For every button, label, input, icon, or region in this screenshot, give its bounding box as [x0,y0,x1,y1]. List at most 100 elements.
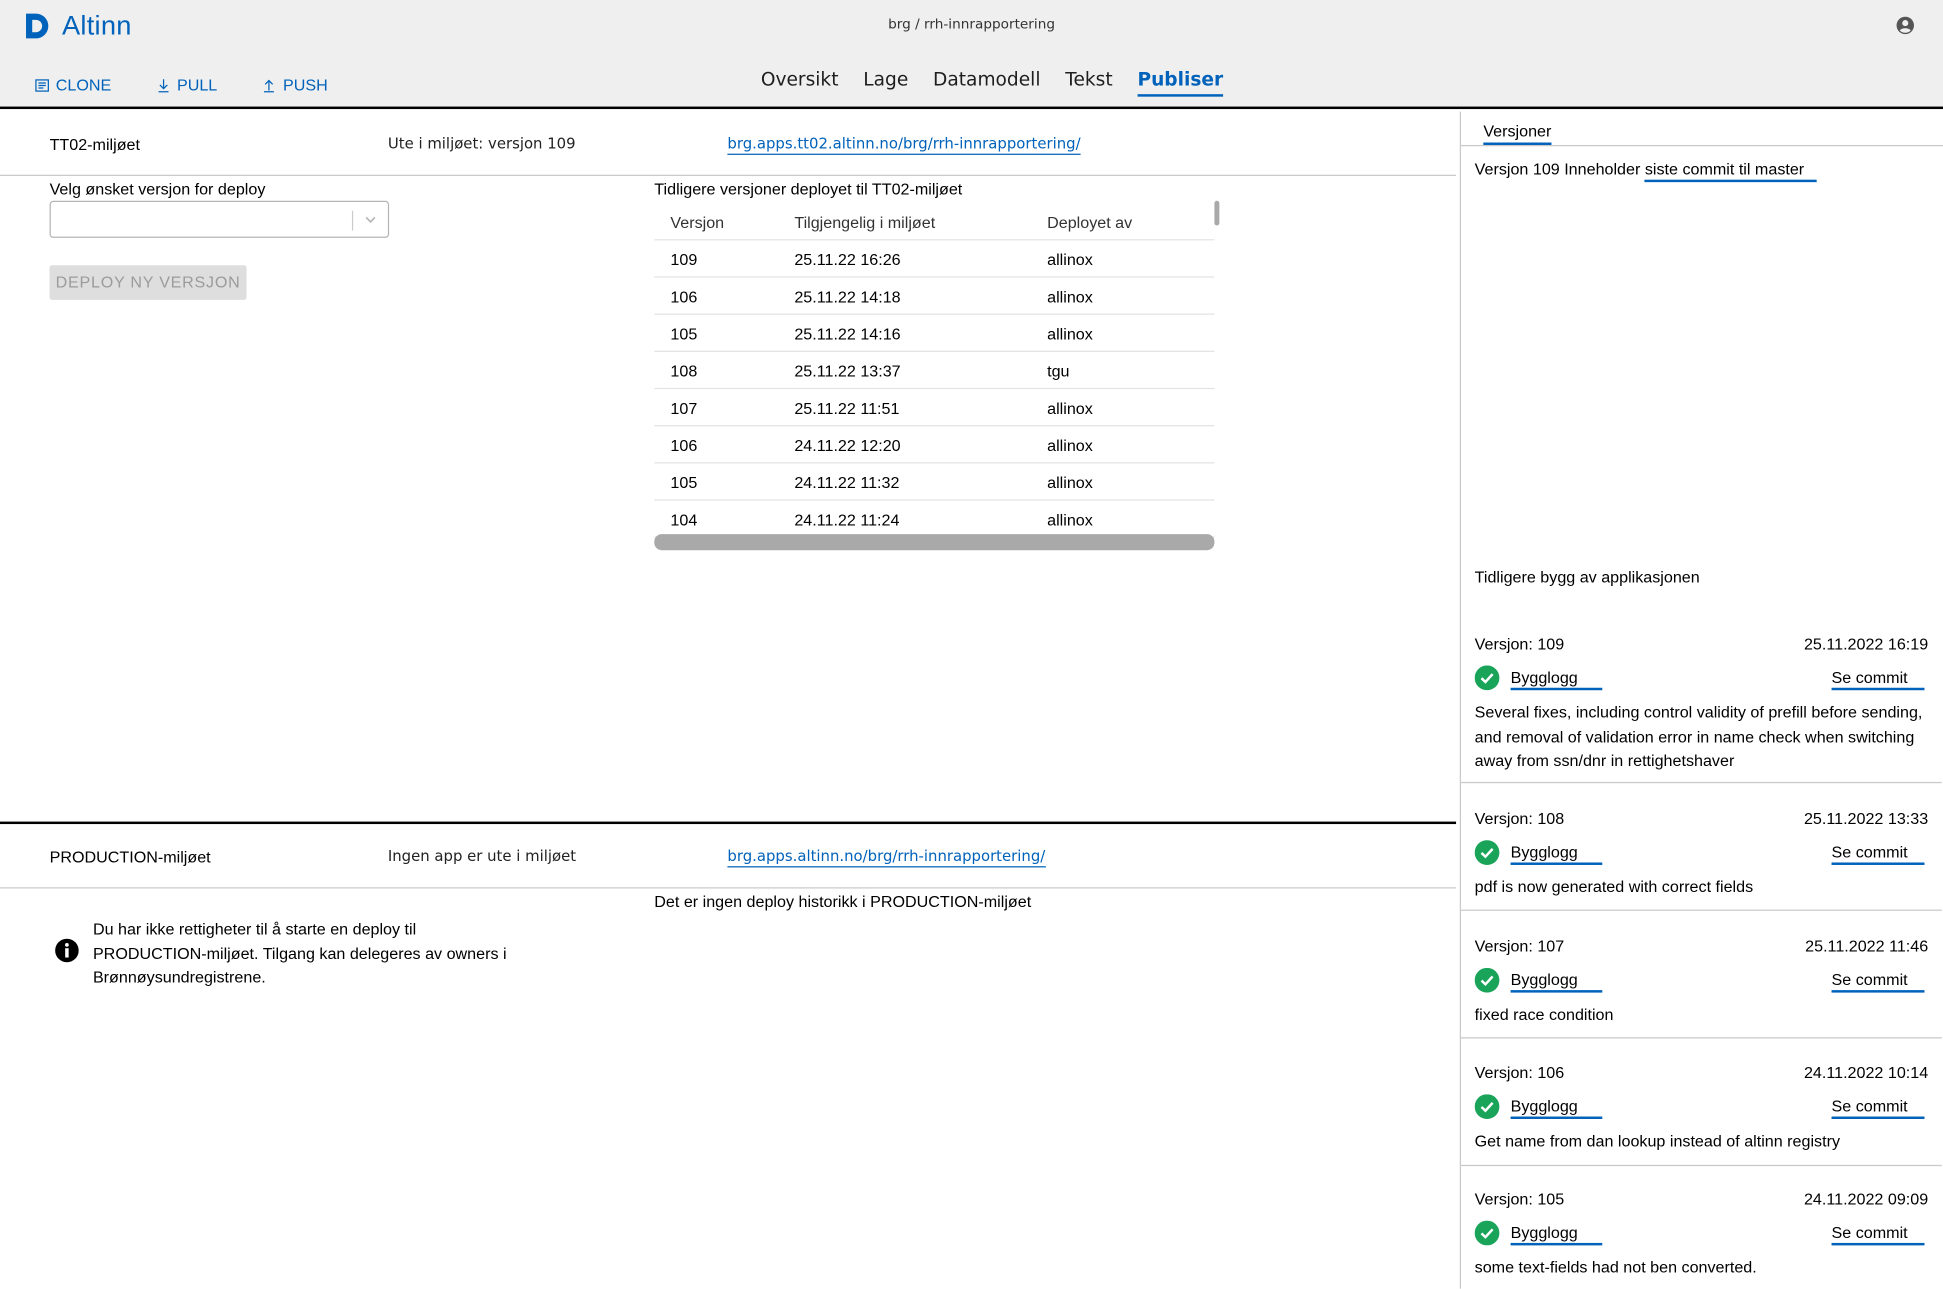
table-row: 104 24.11.22 11:24 allinox [654,501,1215,538]
build-item: Versjon: 107 25.11.2022 11:46 Bygglogg S… [1461,911,1942,1039]
cell-user: tgu [1047,361,1070,381]
see-commit-link[interactable]: Se commit [1831,843,1925,865]
col-version: Versjon [670,213,725,232]
table-header: Versjon Tilgjengelig i miljøet Deployet … [654,203,1215,241]
cell-date: 24.11.22 11:24 [794,510,900,530]
clone-button[interactable]: CLONE [35,75,112,95]
cell-date: 25.11.22 14:16 [794,324,901,344]
build-date: 24.11.2022 09:09 [1803,1189,1929,1209]
success-check-icon [1474,967,1500,993]
upload-icon [264,79,275,92]
main-nav: Oversikt Lage Datamodell Tekst Publiser [761,68,1248,97]
deploy-main: TT02-miljøet Ute i miljøet: versjon 109 … [0,112,1457,1289]
success-check-icon [1474,665,1500,691]
previous-builds-title: Tidligere bygg av applikasjonen [1474,567,1700,587]
build-message: Several fixes, including control validit… [1474,702,1923,770]
select-separator [351,210,354,231]
table-row: 106 25.11.22 14:18 allinox [654,278,1215,315]
cell-version: 108 [670,361,698,381]
cell-version: 106 [670,287,698,307]
cell-version: 105 [670,324,698,344]
user-avatar-icon[interactable] [1896,16,1915,35]
cell-date: 25.11.22 16:26 [794,250,901,269]
build-date: 25.11.2022 16:19 [1803,634,1929,654]
build-version: Versjon: 108 [1474,809,1565,828]
tab-lage[interactable]: Lage [863,68,908,97]
success-check-icon [1474,1094,1500,1119]
app-window: Altinn brg / rrh-innrapportering CLONE P… [0,0,1943,1289]
cell-version: 107 [670,399,698,418]
build-item: Versjon: 106 24.11.2022 10:14 Bygglogg S… [1461,1038,1942,1167]
see-commit-link[interactable]: Se commit [1831,668,1925,691]
vertical-scrollbar[interactable] [1214,200,1220,226]
table-row: 105 25.11.22 14:16 allinox [654,315,1215,352]
build-version: Versjon: 107 [1474,936,1565,956]
cell-date: 25.11.22 14:18 [794,287,901,307]
build-item: Versjon: 109 25.11.2022 16:19 Bygglogg S… [1461,617,1942,784]
clone-icon [35,78,49,92]
tab-publiser[interactable]: Publiser [1137,68,1224,97]
push-button[interactable]: PUSH [262,76,328,94]
build-version: Versjon: 106 [1474,1063,1565,1082]
prod-env-status: Ingen app er ute i miljøet [387,847,577,865]
prod-env-link[interactable]: brg.apps.altinn.no/brg/rrh-innrapporteri… [727,848,1046,868]
tt02-env-name: TT02-miljøet [49,135,140,154]
cell-date: 25.11.22 11:51 [794,399,900,418]
top-bar: Altinn brg / rrh-innrapportering CLONE P… [0,0,1943,110]
tab-datamodell[interactable]: Datamodell [933,68,1040,97]
build-message: fixed race condition [1474,1004,1614,1024]
success-check-icon [1474,840,1500,865]
build-date: 24.11.2022 10:14 [1803,1063,1929,1082]
history-title: Tidligere versjoner deployet til TT02-mi… [654,179,963,199]
table-row: 106 24.11.22 12:20 allinox [654,426,1215,464]
version-select[interactable] [49,200,390,238]
build-log-link[interactable]: Bygglogg [1510,1223,1603,1246]
cell-date: 25.11.22 13:37 [794,361,901,381]
cell-user: allinox [1047,473,1093,492]
repo-actions: CLONE PULL PUSH [35,75,373,95]
build-message: Get name from dan lookup instead of alti… [1474,1131,1840,1150]
latest-commit-link[interactable]: siste commit til master [1644,159,1817,183]
build-message: some text-fields had not ben converted. [1474,1257,1757,1277]
chevron-down-icon[interactable] [363,212,378,227]
build-version: Versjon: 109 [1474,634,1565,654]
build-log-link[interactable]: Bygglogg [1510,843,1603,865]
pull-button[interactable]: PULL [156,76,217,94]
build-date: 25.11.2022 11:46 [1805,936,1929,956]
tab-tekst[interactable]: Tekst [1065,68,1112,97]
col-available: Tilgjengelig i miljøet [794,213,936,232]
see-commit-link[interactable]: Se commit [1831,970,1925,993]
cell-user: allinox [1047,510,1093,530]
build-item: Versjon: 105 24.11.2022 09:09 Bygglogg S… [1461,1166,1942,1289]
prod-env-header: PRODUCTION-miljøet Ingen app er ute i mi… [0,824,1457,889]
tt02-env-link[interactable]: brg.apps.tt02.altinn.no/brg/rrh-innrappo… [727,135,1081,155]
cell-user: allinox [1047,287,1093,307]
deploy-history-table: Versjon Tilgjengelig i miljøet Deployet … [654,203,1215,538]
see-commit-link[interactable]: Se commit [1831,1223,1925,1246]
prod-permission-info: Du har ikke rettigheter til å starte en … [92,919,507,987]
current-version-text: Versjon 109 Inneholder [1474,159,1641,179]
cell-version: 106 [670,436,698,455]
horizontal-scrollbar[interactable] [654,534,1215,551]
version-select-label: Velg ønsket versjon for deploy [49,179,266,199]
prod-no-history: Det er ingen deploy historikk i PRODUCTI… [654,892,1032,911]
cell-date: 24.11.22 11:32 [794,473,900,492]
cell-user: allinox [1047,324,1093,344]
tab-versjoner[interactable]: Versjoner [1483,121,1552,145]
build-log-link[interactable]: Bygglogg [1510,668,1603,691]
build-log-link[interactable]: Bygglogg [1510,1097,1603,1119]
cell-version: 105 [670,473,698,492]
build-date: 25.11.2022 13:33 [1803,809,1929,828]
cell-user: allinox [1047,436,1093,455]
tab-underline [1461,144,1943,147]
clone-label: CLONE [55,75,112,95]
see-commit-link[interactable]: Se commit [1831,1097,1925,1119]
current-version-info: Versjon 109 Inneholder siste commit til … [1474,159,1817,183]
deploy-new-version-button[interactable]: DEPLOY NY VERSJON [49,265,247,300]
cell-version: 104 [670,510,698,530]
download-icon [158,78,169,92]
tt02-env-status: Ute i miljøet: versjon 109 [387,135,576,153]
build-log-link[interactable]: Bygglogg [1510,970,1603,993]
build-message: pdf is now generated with correct fields [1474,877,1754,896]
tab-oversikt[interactable]: Oversikt [761,68,839,97]
